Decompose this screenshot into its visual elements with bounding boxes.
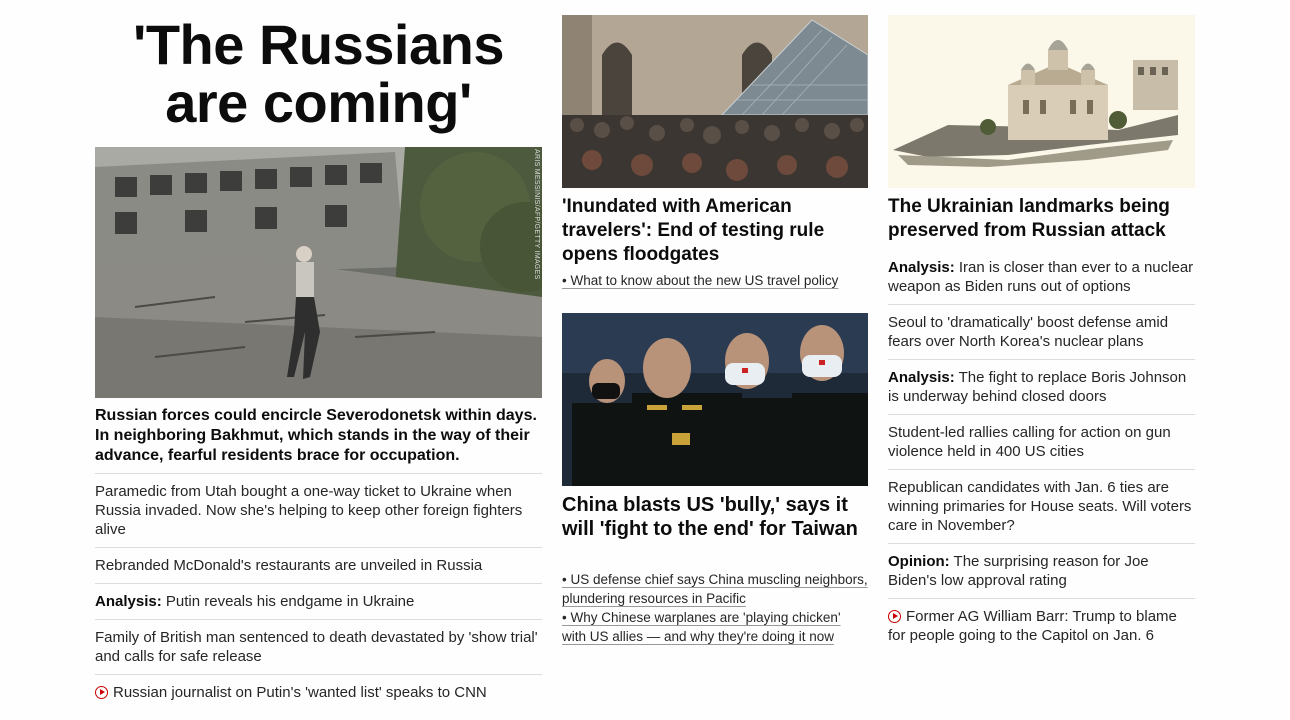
bullet-link[interactable]: • What to know about the new US travel p… (562, 271, 868, 290)
list-item[interactable]: Opinion: The surprising reason for Joe B… (888, 543, 1195, 598)
list-item[interactable]: Student-led rallies calling for action o… (888, 414, 1195, 469)
story-list: Analysis: Iran is closer than ever to a … (888, 250, 1195, 653)
card-bullets-china: • US defense chief says China muscling n… (562, 570, 868, 646)
bullet-link[interactable]: • US defense chief says China muscling n… (562, 570, 868, 608)
list-item[interactable]: Republican candidates with Jan. 6 ties a… (888, 469, 1195, 543)
lead-photo-bombed-building[interactable]: ARIS MESSINIS/AFP/GETTY IMAGES (95, 147, 542, 398)
card-headline-china[interactable]: China blasts US 'bully,' says it will 'f… (562, 493, 868, 541)
card-headline-landmarks[interactable]: The Ukrainian landmarks being preserved … (888, 195, 1195, 243)
story-text: Republican candidates with Jan. 6 ties a… (888, 479, 1192, 534)
play-video-icon (95, 686, 108, 699)
photo-landmark-illustration (888, 15, 1195, 188)
list-item[interactable]: Russian journalist on Putin's 'wanted li… (95, 674, 542, 710)
lead-headline[interactable]: Russian forces could encircle Severodone… (95, 406, 542, 466)
story-text: Putin reveals his endgame in Ukraine (161, 593, 415, 610)
photo-credit: ARIS MESSINIS/AFP/GETTY IMAGES (533, 149, 540, 280)
story-prefix: Opinion: (888, 553, 950, 570)
story-prefix: Analysis: (888, 369, 955, 386)
story-text: Student-led rallies calling for action o… (888, 424, 1171, 460)
list-item[interactable]: Analysis: The fight to replace Boris Joh… (888, 359, 1195, 414)
story-prefix: Analysis: (95, 593, 162, 610)
story-list: Paramedic from Utah bought a one-way tic… (95, 473, 542, 710)
card-bullets-travel: • What to know about the new US travel p… (562, 271, 868, 290)
bullet-link[interactable]: • Why Chinese warplanes are 'playing chi… (562, 608, 868, 646)
lead-photo-illustration (95, 147, 542, 398)
list-item[interactable]: Rebranded McDonald's restaurants are unv… (95, 547, 542, 583)
list-item[interactable]: Former AG William Barr: Trump to blame f… (888, 598, 1195, 653)
story-text: Family of British man sentenced to death… (95, 629, 538, 665)
play-video-icon (888, 610, 901, 623)
story-text: Seoul to 'dramatically' boost defense am… (888, 314, 1169, 350)
list-item[interactable]: Seoul to 'dramatically' boost defense am… (888, 304, 1195, 359)
story-text: Russian journalist on Putin's 'wanted li… (113, 684, 487, 701)
card-headline-travel[interactable]: 'Inundated with American travelers': End… (562, 195, 868, 267)
photo-officials-illustration (562, 313, 868, 486)
story-prefix: Analysis: (888, 259, 955, 276)
list-item[interactable]: Analysis: Putin reveals his endgame in U… (95, 583, 542, 619)
photo-louvre-crowd[interactable] (562, 15, 868, 188)
section-title[interactable]: 'The Russians are coming' (95, 16, 542, 132)
story-text: Former AG William Barr: Trump to blame f… (888, 608, 1177, 644)
story-text: Paramedic from Utah bought a one-way tic… (95, 483, 523, 538)
list-item[interactable]: Paramedic from Utah bought a one-way tic… (95, 473, 542, 547)
list-item[interactable]: Analysis: Iran is closer than ever to a … (888, 250, 1195, 304)
story-text: Rebranded McDonald's restaurants are unv… (95, 557, 483, 574)
photo-ukrainian-landmark-3d[interactable] (888, 15, 1195, 188)
list-item[interactable]: Family of British man sentenced to death… (95, 619, 542, 674)
photo-chinese-officials[interactable] (562, 313, 868, 486)
photo-louvre-illustration (562, 15, 868, 188)
